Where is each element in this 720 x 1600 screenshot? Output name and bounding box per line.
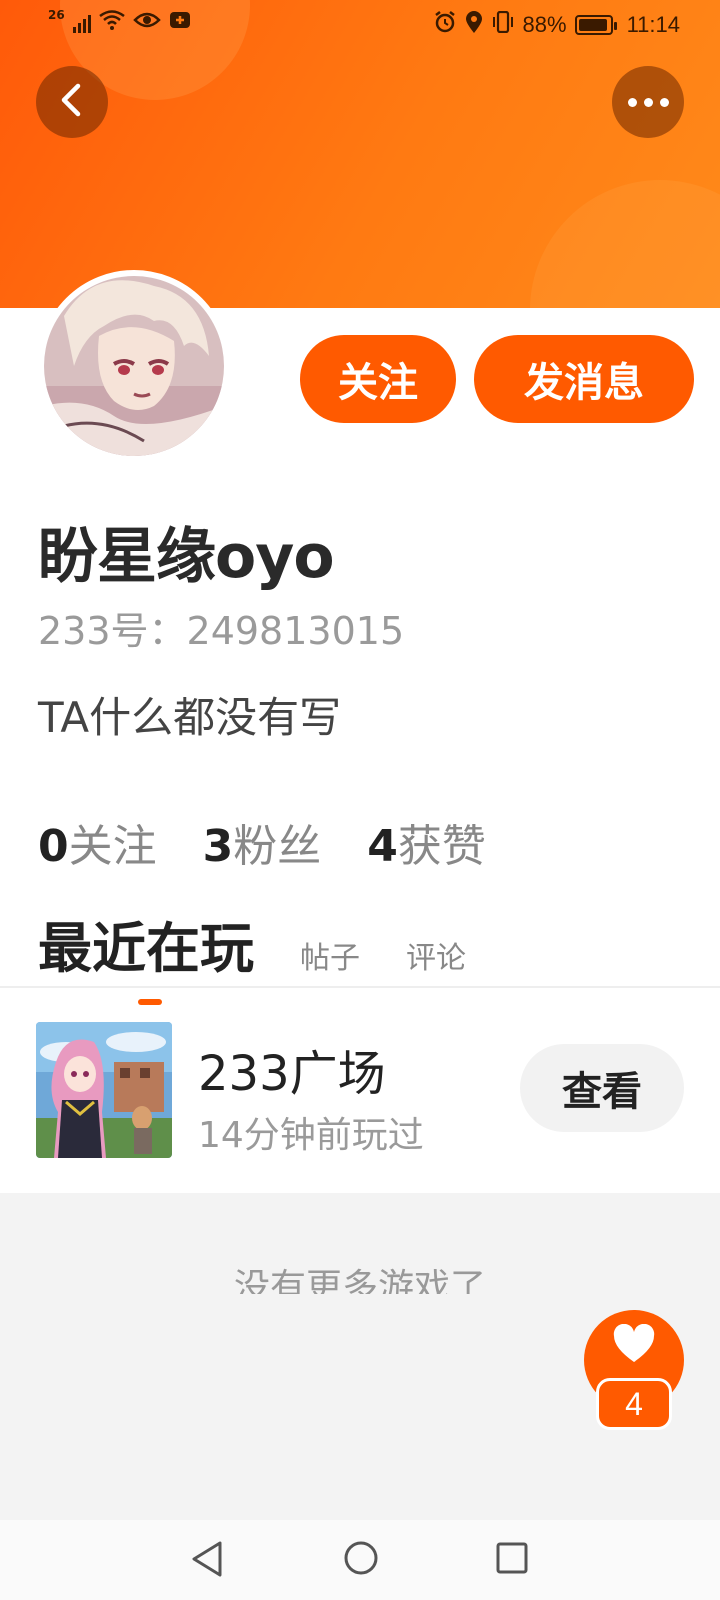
more-dots-icon [627, 97, 669, 107]
system-nav-bar [0, 1520, 720, 1600]
vibrate-icon [491, 10, 515, 39]
heart-icon [612, 1323, 656, 1368]
plus-box-icon [169, 10, 191, 36]
stat-label: 粉丝 [233, 821, 322, 872]
stat-label: 获赞 [397, 821, 486, 872]
more-options-button[interactable] [612, 66, 684, 138]
tab-posts[interactable]: 帖子 [300, 933, 360, 983]
nav-recent-apps-icon[interactable] [495, 1541, 529, 1579]
game-name: 233广场 [198, 1046, 386, 1102]
like-count-badge: 4 [596, 1378, 672, 1430]
battery-percent: 88% [522, 12, 567, 37]
battery-icon [574, 15, 617, 35]
avatar[interactable] [38, 270, 230, 462]
user-id: 233号：249813015 [38, 609, 405, 653]
send-message-button[interactable]: 发消息 [474, 335, 694, 423]
status-bar: 26 88% 11:14 [0, 0, 720, 48]
active-tab-indicator [138, 999, 162, 1005]
avatar-image [44, 276, 224, 456]
no-more-games-text: 没有更多游戏了 [233, 1267, 486, 1294]
tab-comments[interactable]: 评论 [406, 933, 466, 983]
stat-likes[interactable]: 4获赞 [367, 810, 486, 874]
chevron-left-icon [58, 82, 86, 122]
tab-recently-played[interactable]: 最近在玩 [38, 904, 254, 1005]
bio: TA什么都没有写 [38, 693, 342, 742]
game-thumbnail [36, 1022, 172, 1158]
nav-back-icon[interactable] [190, 1540, 224, 1582]
alarm-icon [433, 10, 457, 40]
wifi-icon [98, 10, 125, 36]
stats-row: 0关注 3粉丝 4获赞 [38, 810, 486, 874]
divider [0, 986, 720, 988]
signal-icon [72, 13, 91, 33]
tab-label: 最近在玩 [38, 917, 254, 980]
stat-number: 4 [367, 821, 398, 872]
stat-number: 3 [202, 821, 234, 872]
clock: 11:14 [626, 12, 680, 37]
back-button[interactable] [36, 66, 108, 138]
nav-home-icon[interactable] [343, 1540, 379, 1580]
view-game-button[interactable]: 查看 [520, 1044, 684, 1132]
header-decoration [530, 180, 720, 308]
status-right: 88% 11:14 [433, 10, 680, 40]
username: 盼星缘oyo [38, 522, 335, 592]
stat-number: 0 [38, 821, 69, 872]
stat-followers[interactable]: 3粉丝 [203, 810, 322, 874]
network-type: 26 [48, 8, 65, 22]
list-item[interactable]: 233广场 14分钟前玩过 查看 [0, 1010, 720, 1160]
content-tabs: 最近在玩 帖子 评论 [38, 904, 466, 1005]
stat-following[interactable]: 0关注 [38, 810, 157, 874]
follow-button[interactable]: 关注 [300, 335, 456, 423]
location-icon [465, 10, 483, 40]
stat-label: 关注 [68, 821, 157, 872]
status-left: 26 [48, 8, 191, 36]
last-played-time: 14分钟前玩过 [198, 1115, 424, 1156]
eye-icon [132, 10, 161, 36]
